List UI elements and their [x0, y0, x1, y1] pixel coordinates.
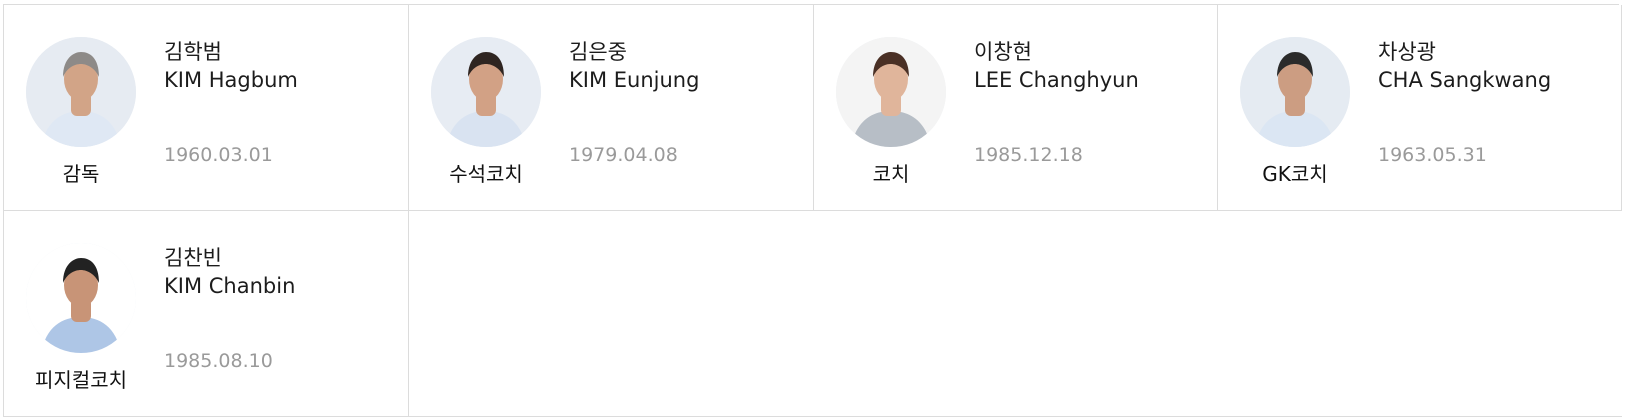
- staff-birth-date: 1985.12.18: [974, 144, 1083, 166]
- staff-name-korean: 차상광: [1378, 40, 1436, 64]
- staff-birth-date: 1963.05.31: [1378, 144, 1487, 166]
- staff-grid: 김학범 KIM Hagbum 1960.03.01 감독 김은중 KIM Eun…: [3, 4, 1622, 417]
- staff-name-korean: 김은중: [569, 40, 627, 64]
- staff-name-korean: 김학범: [164, 40, 222, 64]
- staff-birth-date: 1979.04.08: [569, 144, 678, 166]
- staff-birth-date: 1985.08.10: [164, 350, 273, 372]
- staff-card-kim-hagbum[interactable]: 김학범 KIM Hagbum 1960.03.01 감독: [4, 5, 409, 211]
- staff-birth-date: 1960.03.01: [164, 144, 273, 166]
- staff-name-korean: 김찬빈: [164, 246, 222, 270]
- staff-photo: [26, 243, 136, 353]
- staff-role: 피지컬코치: [35, 368, 127, 392]
- staff-role: GK코치: [1262, 162, 1328, 186]
- staff-name-english: KIM Eunjung: [569, 68, 700, 92]
- staff-role: 코치: [872, 162, 910, 186]
- staff-role: 수석코치: [449, 162, 523, 186]
- staff-card-cha-sangkwang[interactable]: 차상광 CHA Sangkwang 1963.05.31 GK코치: [1218, 5, 1622, 211]
- empty-grid-cell: [409, 211, 1622, 417]
- staff-photo-avatar: [26, 37, 136, 147]
- staff-name-korean: 이창현: [974, 40, 1032, 64]
- staff-name-english: CHA Sangkwang: [1378, 68, 1552, 92]
- staff-card-kim-eunjung[interactable]: 김은중 KIM Eunjung 1979.04.08 수석코치: [409, 5, 814, 211]
- staff-photo-avatar: [836, 37, 946, 147]
- staff-photo: [836, 37, 946, 147]
- staff-name-english: KIM Hagbum: [164, 68, 298, 92]
- staff-card-kim-chanbin[interactable]: 김찬빈 KIM Chanbin 1985.08.10 피지컬코치: [4, 211, 409, 417]
- staff-name-english: LEE Changhyun: [974, 68, 1139, 92]
- staff-photo: [26, 37, 136, 147]
- staff-photo: [1240, 37, 1350, 147]
- staff-photo: [431, 37, 541, 147]
- staff-photo-avatar: [26, 243, 136, 353]
- staff-role: 감독: [62, 162, 100, 186]
- staff-photo-avatar: [431, 37, 541, 147]
- staff-photo-avatar: [1240, 37, 1350, 147]
- staff-name-english: KIM Chanbin: [164, 274, 296, 298]
- staff-card-lee-changhyun[interactable]: 이창현 LEE Changhyun 1985.12.18 코치: [814, 5, 1218, 211]
